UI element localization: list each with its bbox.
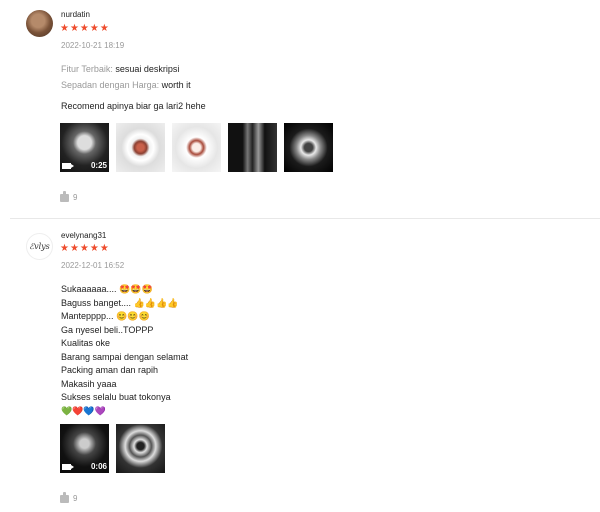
- photo-thumbnail[interactable]: [116, 123, 165, 172]
- video-duration: 0:25: [90, 161, 107, 170]
- comment-line: Sukaaaaaa.... 🤩🤩🤩: [61, 284, 153, 294]
- attribute-worth-price: Sepadan dengan Harga: worth it: [61, 80, 191, 90]
- review-media: 0:06: [60, 424, 165, 473]
- thumbs-up-icon: [60, 190, 69, 202]
- comment-line: Recomend apinya biar ga lari2 hehe: [61, 101, 206, 111]
- like-button[interactable]: 9: [60, 491, 78, 503]
- username: nurdatin: [61, 10, 90, 19]
- review-date: 2022-12-01 16:52: [61, 261, 125, 270]
- comment-line: Ga nyesel beli..TOPPP: [61, 324, 154, 335]
- review-media: 0:25: [60, 123, 333, 172]
- comment-line: Makasih yaaa: [61, 378, 117, 389]
- photo-thumbnail[interactable]: [228, 123, 277, 172]
- review-item: ℰvlys evelynang31 ★★★★★ 2022-12-01 16:52…: [0, 219, 600, 512]
- comment-line: Barang sampai dengan selamat: [61, 351, 189, 362]
- thumbs-up-icon: [60, 491, 69, 503]
- star-rating: ★★★★★: [60, 243, 110, 254]
- comment-line: 💚❤️💙💜: [61, 405, 106, 416]
- username: evelynang31: [61, 231, 107, 240]
- avatar[interactable]: [26, 10, 53, 37]
- video-camera-icon: [62, 463, 74, 470]
- video-badge: 0:25: [62, 161, 107, 170]
- like-count: 9: [73, 193, 78, 202]
- video-badge: 0:06: [62, 462, 107, 471]
- photo-thumbnail[interactable]: [116, 424, 165, 473]
- comment-line: Mantepppp... 😊😊😊: [61, 311, 150, 321]
- attribute-label: Sepadan dengan Harga:: [61, 80, 160, 90]
- photo-thumbnail[interactable]: [284, 123, 333, 172]
- video-thumbnail[interactable]: 0:25: [60, 123, 109, 172]
- review-comment: Recomend apinya biar ga lari2 hehe: [61, 100, 206, 114]
- review-date: 2022-10-21 18:19: [61, 41, 125, 50]
- attribute-best-feature: Fitur Terbaik: sesuai deskripsi: [61, 64, 179, 74]
- attribute-value: worth it: [161, 80, 191, 90]
- video-duration: 0:06: [90, 462, 107, 471]
- comment-line: Kualitas oke: [61, 338, 111, 348]
- comment-line: Packing aman dan rapih: [61, 365, 159, 375]
- comment-line: Sukses selalu buat tokonya: [61, 392, 171, 402]
- attribute-label: Fitur Terbaik:: [61, 64, 113, 74]
- comment-line: Baguss banget.... 👍👍👍👍: [61, 297, 179, 308]
- like-count: 9: [73, 494, 78, 503]
- review-comment: Sukaaaaaa.... 🤩🤩🤩 Baguss banget.... 👍👍👍👍…: [61, 283, 188, 418]
- avatar-signature: ℰvlys: [29, 242, 50, 251]
- star-rating: ★★★★★: [60, 23, 110, 34]
- like-button[interactable]: 9: [60, 190, 78, 202]
- photo-thumbnail[interactable]: [172, 123, 221, 172]
- video-camera-icon: [62, 162, 74, 169]
- video-thumbnail[interactable]: 0:06: [60, 424, 109, 473]
- avatar[interactable]: ℰvlys: [26, 233, 53, 260]
- attribute-value: sesuai deskripsi: [115, 64, 180, 74]
- review-item: nurdatin ★★★★★ 2022-10-21 18:19 Fitur Te…: [0, 0, 600, 218]
